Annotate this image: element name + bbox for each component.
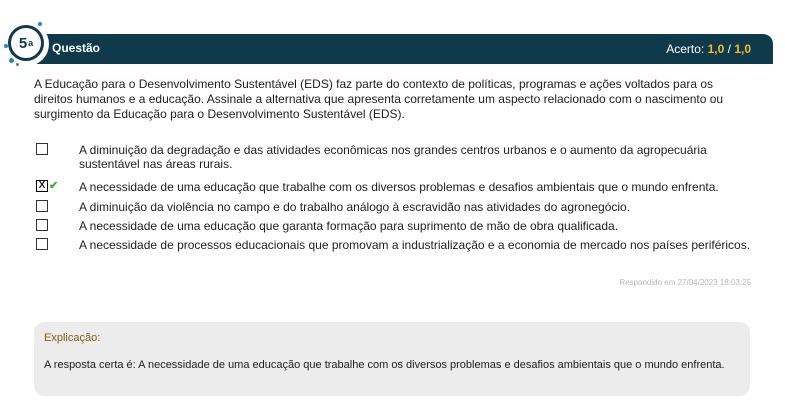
explanation-text: A resposta certa é: A necessidade de uma… xyxy=(44,359,725,371)
badge-dot xyxy=(9,58,14,63)
option-checkbox[interactable] xyxy=(36,238,48,250)
option-text: A necessidade de uma educação que garant… xyxy=(79,219,619,233)
option-text: A diminuição da violência no campo e do … xyxy=(79,200,631,214)
question-text: A Educação para o Desenvolvimento Susten… xyxy=(34,77,724,121)
question-ordinal: a xyxy=(28,38,34,48)
option-text: A necessidade de processos educacionais … xyxy=(79,238,751,252)
score: Acerto: 1,0 / 1,0 xyxy=(666,42,751,56)
score-value: 1,0 xyxy=(707,42,725,56)
explanation-title: Explicação: xyxy=(44,332,101,344)
question-number: 5 xyxy=(18,34,28,52)
explanation-box: Explicação: A resposta certa é: A necess… xyxy=(34,322,750,396)
option-text: A diminuição da degradação e das ativida… xyxy=(79,143,707,171)
option-checkbox-checked[interactable]: X xyxy=(36,180,48,192)
badge-dot xyxy=(38,22,42,26)
question-header xyxy=(28,34,773,64)
check-icon: ✔ xyxy=(49,180,59,192)
question-number-badge: 5a xyxy=(8,25,44,61)
option-text: A necessidade de uma educação que trabal… xyxy=(79,180,719,194)
option-checkbox[interactable] xyxy=(36,219,48,231)
answered-timestamp: Respondido em 27/04/2023 18:03:25 xyxy=(619,278,751,287)
option-checkbox[interactable] xyxy=(36,143,48,155)
header-title: Questão xyxy=(52,41,101,55)
option-checkbox[interactable] xyxy=(36,200,48,212)
score-total: 1,0 xyxy=(734,42,751,56)
score-separator: / xyxy=(727,42,731,56)
badge-dot xyxy=(16,63,19,66)
score-label: Acerto: xyxy=(666,42,705,56)
